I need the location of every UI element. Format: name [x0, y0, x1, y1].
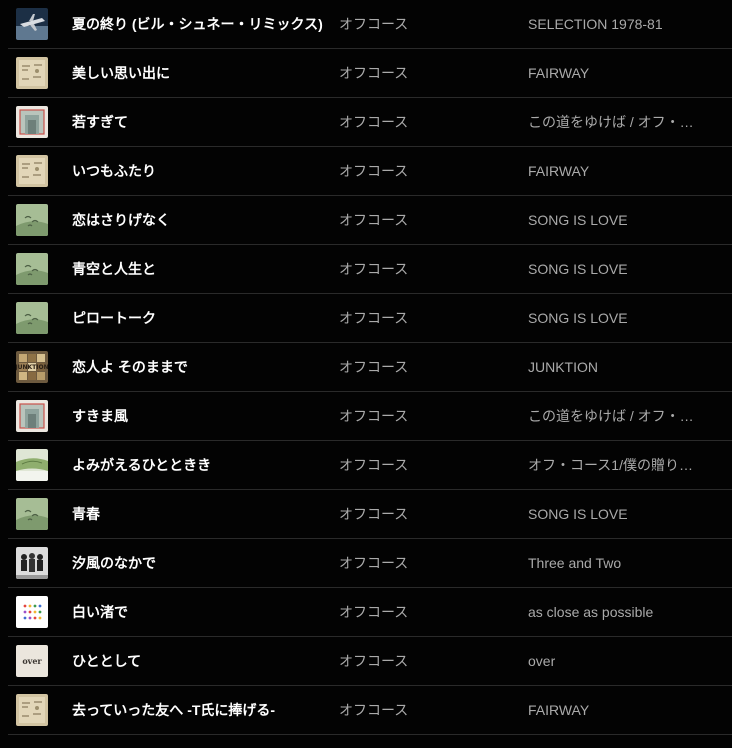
track-title[interactable]: ひととして: [72, 637, 141, 685]
track-album-link[interactable]: as close as possible: [528, 588, 653, 636]
track-title[interactable]: 恋はさりげなく: [72, 196, 170, 244]
track-title[interactable]: いつもふたり: [72, 147, 156, 195]
track-artist-link[interactable]: オフコース: [339, 343, 408, 391]
track-artist-link[interactable]: オフコース: [339, 49, 408, 97]
track-album-link[interactable]: FAIRWAY: [528, 49, 589, 97]
track-title[interactable]: 若すぎて: [72, 98, 128, 146]
track-row[interactable]: 若すぎて オフコース この道をゆけば / オフ・コース・ラウンド2: [8, 98, 732, 147]
svg-text:JUNKTION: JUNKTION: [16, 364, 48, 371]
track-title[interactable]: 青空と人生と: [72, 245, 156, 293]
track-title[interactable]: 恋人よ そのままで: [72, 343, 188, 391]
fairway-cover-icon[interactable]: [16, 155, 48, 187]
track-row[interactable]: 夏の終り (ビル・シュネー・リミックス) オフコース SELECTION 197…: [8, 0, 732, 49]
track-album-link[interactable]: オフ・コース1/僕の贈りもの: [528, 441, 696, 489]
track-artist-link[interactable]: オフコース: [339, 588, 408, 636]
track-artist-link[interactable]: オフコース: [339, 637, 408, 685]
track-list: 夏の終り (ビル・シュネー・リミックス) オフコース SELECTION 197…: [0, 0, 732, 748]
fairway-cover-icon[interactable]: [16, 694, 48, 726]
track-artist-link[interactable]: オフコース: [339, 147, 408, 195]
track-album-link[interactable]: JUNKTION: [528, 343, 598, 391]
track-row[interactable]: よみがえるひとときき オフコース オフ・コース1/僕の贈りもの: [8, 441, 732, 490]
track-row[interactable]: ピロートーク オフコース SONG IS LOVE: [8, 294, 732, 343]
track-artist-link[interactable]: オフコース: [339, 392, 408, 440]
track-title[interactable]: 夏の終り (ビル・シュネー・リミックス): [72, 0, 323, 48]
track-title[interactable]: よみがえるひとときき: [72, 441, 211, 489]
fairway-cover-icon[interactable]: [16, 57, 48, 89]
song-is-love-cover-icon[interactable]: [16, 253, 48, 285]
track-artist-link[interactable]: オフコース: [339, 539, 408, 587]
track-row[interactable]: JUNKTION 恋人よ そのままで オフコース JUNKTION: [8, 343, 732, 392]
konomichi-cover-icon[interactable]: [16, 400, 48, 432]
track-album-link[interactable]: SONG IS LOVE: [528, 490, 628, 538]
selection-cover-icon[interactable]: [16, 8, 48, 40]
song-is-love-cover-icon[interactable]: [16, 204, 48, 236]
track-title[interactable]: 汐風のなかで: [72, 539, 156, 587]
svg-text:over: over: [22, 656, 42, 666]
track-album-link[interactable]: SELECTION 1978-81: [528, 0, 663, 48]
track-title[interactable]: 青春: [72, 490, 100, 538]
track-artist-link[interactable]: オフコース: [339, 686, 408, 734]
track-album-link[interactable]: この道をゆけば / オフ・コース・ラウンド2: [528, 98, 696, 146]
track-artist-link[interactable]: オフコース: [339, 490, 408, 538]
over-cover-icon[interactable]: over: [16, 645, 48, 677]
track-title[interactable]: 去っていった友へ -T氏に捧げる-: [72, 686, 275, 734]
junktion-cover-icon[interactable]: JUNKTION: [16, 351, 48, 383]
track-album-link[interactable]: SONG IS LOVE: [528, 196, 628, 244]
track-title[interactable]: 美しい思い出に: [72, 49, 170, 97]
track-row[interactable]: いつもふたり オフコース FAIRWAY: [8, 147, 732, 196]
track-album-link[interactable]: SONG IS LOVE: [528, 294, 628, 342]
track-album-link[interactable]: FAIRWAY: [528, 147, 589, 195]
track-artist-link[interactable]: オフコース: [339, 294, 408, 342]
track-title[interactable]: 白い渚で: [72, 588, 128, 636]
song-is-love-cover-icon[interactable]: [16, 302, 48, 334]
track-row[interactable]: 汐風のなかで オフコース Three and Two: [8, 539, 732, 588]
track-album-link[interactable]: Three and Two: [528, 539, 621, 587]
track-artist-link[interactable]: オフコース: [339, 0, 408, 48]
track-row[interactable]: 青空と人生と オフコース SONG IS LOVE: [8, 245, 732, 294]
track-row[interactable]: over ひととして オフコース over: [8, 637, 732, 686]
track-title[interactable]: ピロートーク: [72, 294, 156, 342]
track-row[interactable]: 去っていった友へ -T氏に捧げる- オフコース FAIRWAY: [8, 686, 732, 735]
track-album-link[interactable]: over: [528, 637, 555, 685]
track-artist-link[interactable]: オフコース: [339, 245, 408, 293]
track-artist-link[interactable]: オフコース: [339, 98, 408, 146]
track-row[interactable]: 白い渚で オフコース as close as possible: [8, 588, 732, 637]
track-row[interactable]: 美しい思い出に オフコース FAIRWAY: [8, 49, 732, 98]
track-artist-link[interactable]: オフコース: [339, 196, 408, 244]
track-artist-link[interactable]: オフコース: [339, 441, 408, 489]
three-and-two-cover-icon[interactable]: [16, 547, 48, 579]
song-is-love-cover-icon[interactable]: [16, 498, 48, 530]
track-album-link[interactable]: FAIRWAY: [528, 686, 589, 734]
konomichi-cover-icon[interactable]: [16, 106, 48, 138]
track-row[interactable]: 青春 オフコース SONG IS LOVE: [8, 490, 732, 539]
track-row[interactable]: 恋はさりげなく オフコース SONG IS LOVE: [8, 196, 732, 245]
track-album-link[interactable]: この道をゆけば / オフ・コース・ラウンド2: [528, 392, 696, 440]
as-close-as-possible-cover-icon[interactable]: [16, 596, 48, 628]
track-row[interactable]: すきま風 オフコース この道をゆけば / オフ・コース・ラウンド2: [8, 392, 732, 441]
track-album-link[interactable]: SONG IS LOVE: [528, 245, 628, 293]
bokuno-okurimono-cover-icon[interactable]: [16, 449, 48, 481]
track-title[interactable]: すきま風: [72, 392, 128, 440]
